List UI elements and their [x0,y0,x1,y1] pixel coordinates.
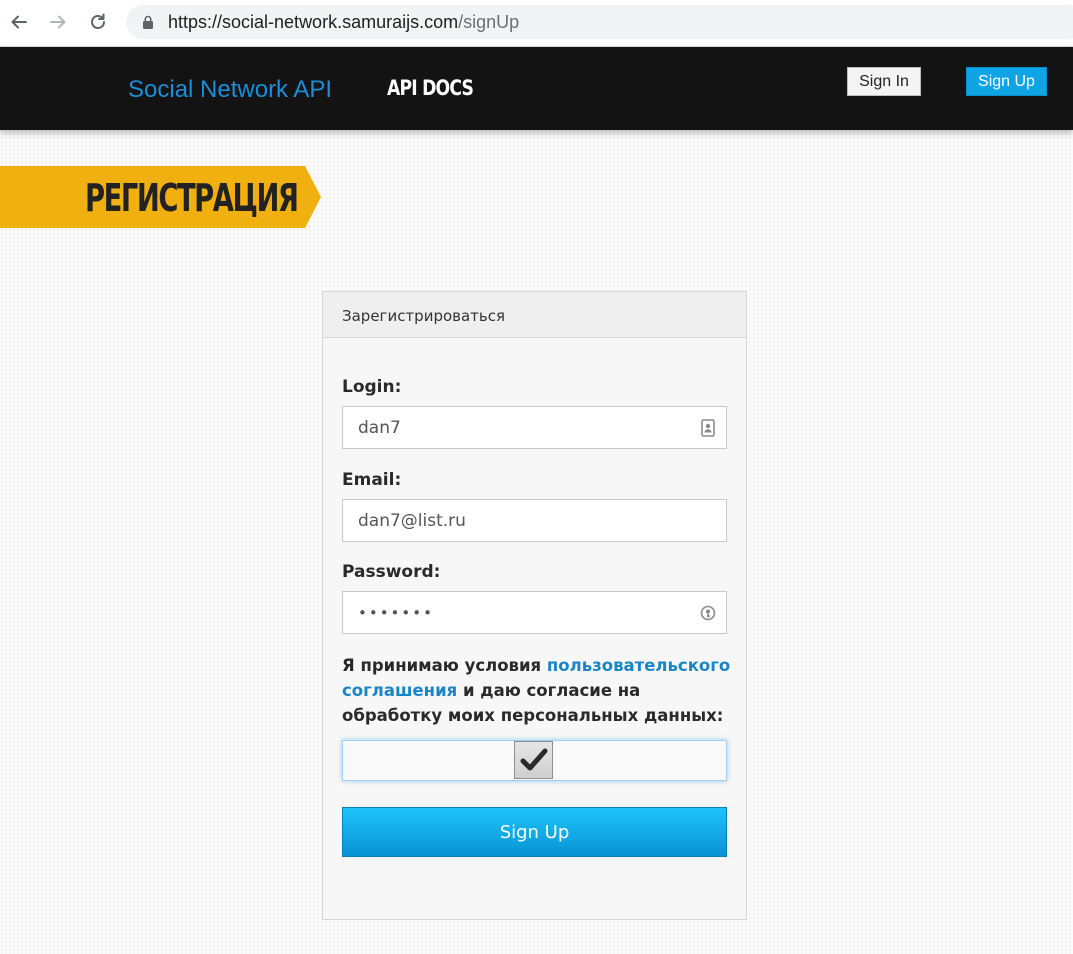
password-key-icon [700,605,716,621]
agree-checkbox[interactable] [514,741,553,779]
email-field[interactable] [342,499,727,542]
api-docs-link[interactable]: API DOCS [387,76,474,100]
back-button[interactable] [5,8,33,36]
panel-heading-text: Зарегистрироваться [342,307,506,325]
brand-link[interactable]: Social Network API [128,76,332,104]
contact-card-icon [701,419,715,437]
sign-up-submit-button[interactable]: Sign Up [342,807,727,857]
browser-toolbar: https://social-network.samuraijs.com/sig… [0,0,1073,47]
login-field[interactable] [342,406,727,449]
url-host: https://social-network.samuraijs.com [168,12,459,32]
login-label: Login: [342,377,402,397]
terms-text-before: Я принимаю условия [342,656,547,675]
login-input[interactable] [343,407,683,448]
header-sign-in-button[interactable]: Sign In [847,67,921,96]
terms-text: Я принимаю условия пользовательского сог… [342,653,737,728]
header-sign-up-button[interactable]: Sign Up [966,67,1047,96]
signup-form-panel: Зарегистрироваться Login: Email: Passwor… [322,291,747,920]
panel-heading: Зарегистрироваться [323,292,746,338]
address-bar[interactable]: https://social-network.samuraijs.com/sig… [126,5,1073,39]
checkmark-icon [520,748,547,771]
lock-icon [143,15,153,29]
arrow-left-icon [11,15,27,29]
url-text: https://social-network.samuraijs.com/sig… [168,12,519,33]
page-title: РЕГИСТРАЦИЯ [85,176,299,220]
agree-checkbox-row [342,740,727,781]
password-label: Password: [342,562,441,582]
url-path: /signUp [458,12,520,32]
page-title-ribbon: РЕГИСТРАЦИЯ [0,166,321,228]
email-label: Email: [342,470,402,490]
site-header: Social Network API API DOCS Sign In Sign… [0,47,1073,130]
reload-button[interactable] [84,8,112,36]
password-input[interactable] [343,592,683,633]
email-input[interactable] [343,500,683,541]
arrow-right-icon [50,15,66,29]
password-field[interactable] [342,591,727,634]
forward-button[interactable] [44,8,72,36]
reload-icon [91,13,105,29]
